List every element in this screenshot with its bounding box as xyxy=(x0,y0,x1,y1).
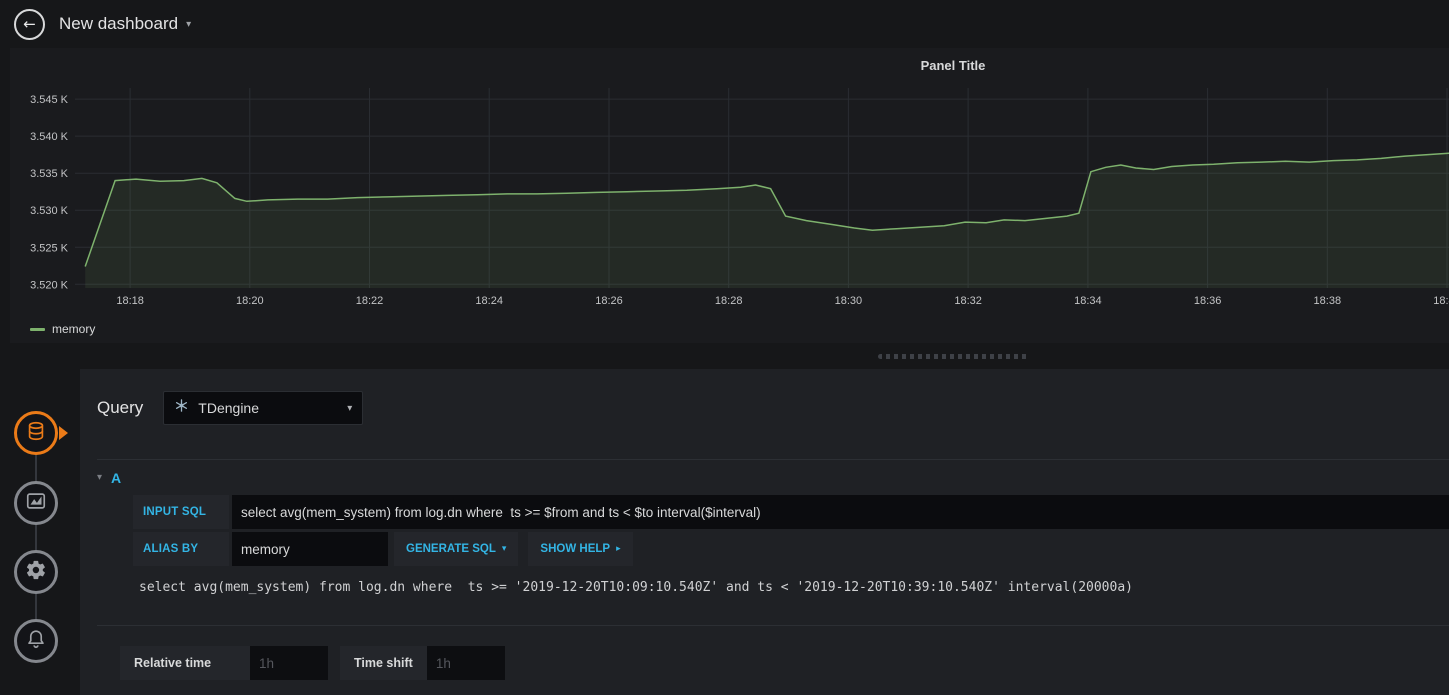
query-header: Query TDengine ▾ xyxy=(97,391,1449,425)
query-row-header[interactable]: ▾ A xyxy=(97,459,1449,495)
panel-resize-handle[interactable] xyxy=(878,353,1028,359)
svg-text:3.535 K: 3.535 K xyxy=(30,168,69,180)
svg-text:18:22: 18:22 xyxy=(356,295,384,307)
show-help-button[interactable]: SHOW HELP ▸ xyxy=(528,532,633,566)
svg-text:18:30: 18:30 xyxy=(835,295,863,307)
svg-text:18:40: 18:40 xyxy=(1433,295,1449,307)
alias-by-row: ALIAS BY GENERATE SQL ▾ SHOW HELP ▸ xyxy=(133,532,1449,566)
tab-general[interactable] xyxy=(14,550,58,594)
tab-alert[interactable] xyxy=(14,619,58,663)
generate-sql-caret-icon: ▾ xyxy=(501,544,507,554)
svg-text:18:38: 18:38 xyxy=(1314,295,1342,307)
topbar: ← New dashboard ▾ xyxy=(0,0,1449,48)
panel-resize-row xyxy=(10,343,1449,369)
input-sql-field[interactable] xyxy=(232,495,1449,529)
show-help-button-label: SHOW HELP xyxy=(540,543,611,555)
back-button[interactable]: ← xyxy=(14,8,45,40)
query-row-body: INPUT SQL ALIAS BY GENERATE SQL ▾ SHOW H… xyxy=(133,495,1449,595)
datasource-name: TDengine xyxy=(198,400,259,416)
legend-series-label[interactable]: memory xyxy=(52,322,95,336)
database-icon xyxy=(25,420,47,447)
time-shift-field[interactable] xyxy=(426,646,505,680)
options-divider xyxy=(97,625,1449,626)
query-section-title: Query xyxy=(97,398,144,417)
dashboard-title[interactable]: New dashboard xyxy=(59,14,178,34)
graph-icon xyxy=(25,490,47,517)
show-help-caret-icon: ▸ xyxy=(616,544,621,554)
editor-tab-rail xyxy=(0,369,80,695)
input-sql-label: INPUT SQL xyxy=(133,495,229,529)
bell-icon xyxy=(25,628,47,655)
svg-text:3.540 K: 3.540 K xyxy=(30,131,69,143)
svg-text:18:20: 18:20 xyxy=(236,295,264,307)
query-editor-content: Query TDengine ▾ ▾ A INPUT SQL select av… xyxy=(80,369,1449,695)
tab-queries[interactable] xyxy=(14,411,68,455)
datasource-picker[interactable]: TDengine ▾ xyxy=(163,391,364,425)
svg-text:18:28: 18:28 xyxy=(715,295,743,307)
chart-legend: memory xyxy=(30,322,95,336)
svg-text:3.520 K: 3.520 K xyxy=(30,279,69,291)
time-series-chart[interactable]: 3.520 K 3.525 K 3.530 K 3.535 K 3.540 K 3.545… xyxy=(10,88,1449,314)
collapse-caret-icon[interactable]: ▾ xyxy=(97,472,102,483)
alias-by-label: ALIAS BY xyxy=(133,532,229,566)
generated-sql-text: select avg(mem_system) from log.dn where… xyxy=(139,580,1133,595)
svg-text:3.545 K: 3.545 K xyxy=(30,94,69,106)
generate-sql-button-label: GENERATE SQL xyxy=(406,543,496,555)
svg-text:3.530 K: 3.530 K xyxy=(30,205,69,217)
datasource-caret-icon: ▾ xyxy=(347,402,353,414)
svg-text:18:24: 18:24 xyxy=(475,295,503,307)
generate-sql-button[interactable]: GENERATE SQL ▾ xyxy=(394,532,519,566)
time-options-row: Relative time Time shift xyxy=(120,646,1449,680)
svg-text:18:32: 18:32 xyxy=(954,295,982,307)
query-ref-id: A xyxy=(111,469,122,486)
panel-title[interactable]: Panel Title xyxy=(10,58,1449,73)
back-arrow-icon: ← xyxy=(23,15,36,33)
time-shift-label: Time shift xyxy=(340,646,427,680)
tdengine-logo-icon xyxy=(174,398,189,418)
relative-time-label: Relative time xyxy=(120,646,250,680)
alias-by-field[interactable] xyxy=(232,532,388,566)
svg-text:18:26: 18:26 xyxy=(595,295,623,307)
tab-rail-connector-line xyxy=(35,433,37,645)
dashboard-title-caret-icon: ▾ xyxy=(186,18,192,30)
active-tab-arrow-icon xyxy=(59,426,68,440)
svg-text:18:34: 18:34 xyxy=(1074,295,1102,307)
tab-visualization[interactable] xyxy=(14,481,58,525)
relative-time-field[interactable] xyxy=(250,646,328,680)
svg-text:18:36: 18:36 xyxy=(1194,295,1222,307)
legend-color-dash-icon xyxy=(30,327,45,331)
graph-panel: Panel Title 3.520 K 3.525 K 3.530 K 3.535 K… xyxy=(10,48,1449,343)
gear-icon xyxy=(25,559,47,586)
query-row-a: ▾ A INPUT SQL ALIAS BY GENERATE SQL ▾ xyxy=(97,459,1449,595)
svg-text:18:18: 18:18 xyxy=(116,295,144,307)
svg-text:3.525 K: 3.525 K xyxy=(30,242,69,254)
input-sql-row: INPUT SQL xyxy=(133,495,1449,529)
chart-canvas[interactable]: 3.520 K 3.525 K 3.530 K 3.535 K 3.540 K 3.545… xyxy=(10,88,1449,314)
panel-editor: Query TDengine ▾ ▾ A INPUT SQL select av… xyxy=(0,369,1449,695)
